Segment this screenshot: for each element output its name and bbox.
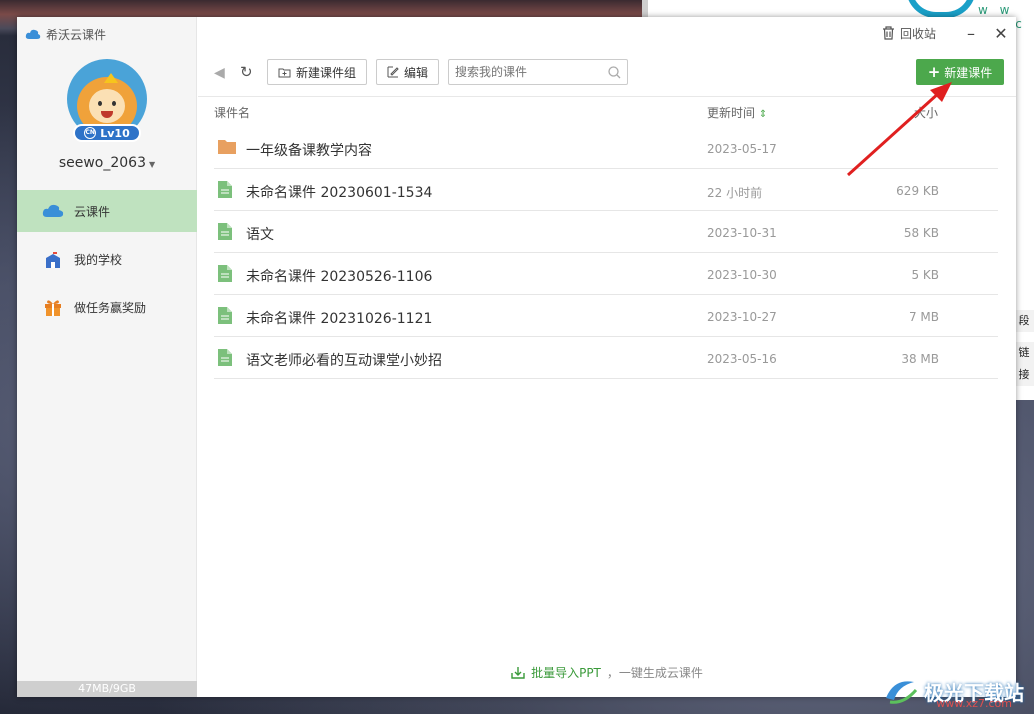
row-time: 2023-10-31 [707, 226, 777, 240]
app-title: 希沃云课件 [46, 27, 107, 42]
file-icon [218, 223, 232, 244]
import-ppt-suffix: ，一键生成云课件 [606, 666, 703, 680]
new-group-button[interactable]: 新建课件组 [267, 59, 368, 85]
watermark-url: www.xz7.com [936, 697, 1012, 710]
row-name: 未命名课件 20230601-1534 [246, 185, 433, 201]
new-courseware-button[interactable]: + 新建课件 [916, 59, 1004, 85]
sidebar-item-my-school[interactable]: 我的学校 [17, 238, 197, 280]
edit-label: 编辑 [404, 65, 429, 80]
new-group-label: 新建课件组 [296, 65, 357, 80]
search-input[interactable] [455, 65, 608, 79]
table-row[interactable]: 未命名课件 20230526-1106 2023-10-30 5 KB [214, 253, 998, 295]
recycle-bin-label: 回收站 [899, 26, 936, 41]
sidebar-nav: 云课件 我的学校 做任务赢奖励 [17, 190, 197, 334]
row-size: 629 KB [896, 184, 939, 198]
file-icon [218, 349, 232, 370]
school-icon [42, 250, 64, 268]
edit-button[interactable]: 编辑 [376, 59, 440, 85]
row-size: 5 KB [911, 268, 939, 282]
username-dropdown[interactable]: seewo_2063 ▼ [17, 155, 197, 171]
row-time: 2023-05-17 [707, 142, 777, 156]
file-icon [218, 181, 232, 202]
row-name: 未命名课件 20231026-1121 [246, 311, 433, 327]
chevron-down-icon: ▼ [149, 160, 156, 169]
row-size: 38 MB [901, 352, 939, 366]
table-row[interactable]: 一年级备课教学内容 2023-05-17 [214, 127, 998, 169]
cloud-logo-icon [25, 29, 41, 39]
column-header-size[interactable]: 大小 [914, 104, 938, 121]
watermark-logo: 极光下载站 www.xz7.com [884, 676, 1024, 710]
edit-icon [387, 66, 399, 78]
back-arrow-icon[interactable]: ◀ [214, 65, 225, 81]
row-time: 2023-05-16 [707, 352, 777, 366]
gift-icon [42, 298, 64, 316]
main-panel: 回收站 – ✕ ◀ ↻ 新建课件组 编辑 + 新建课件 [198, 17, 1016, 697]
title-bar-actions: 回收站 – ✕ [882, 17, 1016, 49]
column-header-name[interactable]: 课件名 [214, 104, 250, 121]
background-side-text-1: 段 [1014, 310, 1034, 332]
storage-usage: 47MB/9GB [17, 681, 197, 697]
background-logo [906, 0, 976, 18]
row-name: 未命名课件 20230526-1106 [246, 269, 433, 285]
folder-icon [218, 139, 236, 158]
app-window: 希沃云课件 CN Lv10 seewo_2063 ▼ 云课件 我的学校 做任务赢… [17, 17, 1016, 697]
row-time: 22 小时前 [707, 186, 763, 200]
row-size: 7 MB [908, 310, 939, 324]
sidebar: 希沃云课件 CN Lv10 seewo_2063 ▼ 云课件 我的学校 做任务赢… [17, 17, 197, 697]
table-header: 课件名 更新时间 ⇕ 大小 [214, 104, 998, 122]
sidebar-item-label: 做任务赢奖励 [74, 300, 147, 315]
column-header-time[interactable]: 更新时间 ⇕ [707, 104, 767, 121]
trash-icon [882, 26, 894, 40]
file-icon [218, 265, 232, 286]
refresh-icon[interactable]: ↻ [240, 63, 253, 81]
recycle-bin-button[interactable]: 回收站 [882, 25, 936, 42]
file-icon [218, 307, 232, 328]
import-ppt-link[interactable]: 批量导入PPT [531, 664, 601, 681]
row-name: 语文老师必看的互动课堂小妙招 [246, 353, 442, 369]
new-courseware-label: 新建课件 [944, 65, 993, 80]
table-row[interactable]: 语文老师必看的互动课堂小妙招 2023-05-16 38 MB [214, 337, 998, 379]
level-label: Lv10 [100, 126, 130, 140]
row-size: 58 KB [903, 226, 939, 240]
row-time: 2023-10-30 [707, 268, 777, 282]
close-button[interactable]: ✕ [986, 18, 1016, 48]
username-label: seewo_2063 [58, 155, 146, 171]
folder-add-icon [278, 68, 291, 77]
table-row[interactable]: 语文 2023-10-31 58 KB [214, 211, 998, 253]
search-icon[interactable] [608, 65, 621, 79]
sidebar-item-tasks-rewards[interactable]: 做任务赢奖励 [17, 286, 197, 328]
sidebar-item-label: 我的学校 [74, 252, 123, 267]
app-title-bar: 希沃云课件 [25, 25, 106, 43]
toolbar-divider [198, 96, 1016, 97]
courseware-list: 一年级备课教学内容 2023-05-17 未命名课件 20230601-1534… [214, 127, 998, 379]
level-badge: CN Lv10 [73, 124, 141, 142]
table-row[interactable]: 未命名课件 20230601-1534 22 小时前 629 KB [214, 169, 998, 211]
row-name: 语文 [246, 227, 274, 243]
watermark-swirl-icon [886, 681, 918, 704]
sort-icon: ⇕ [758, 109, 768, 120]
column-header-time-label: 更新时间 [707, 106, 756, 120]
row-time: 2023-10-27 [707, 310, 777, 324]
toolbar: ◀ ↻ 新建课件组 编辑 + 新建课件 [198, 59, 1016, 87]
level-icon: CN [84, 127, 97, 139]
table-row[interactable]: 未命名课件 20231026-1121 2023-10-27 7 MB [214, 295, 998, 337]
sidebar-item-cloud-courseware[interactable]: 云课件 [17, 190, 197, 232]
row-name: 一年级备课教学内容 [246, 143, 372, 159]
minimize-button[interactable]: – [956, 18, 986, 48]
sidebar-item-label: 云课件 [74, 204, 111, 219]
plus-icon: + [927, 63, 941, 81]
import-icon [511, 667, 525, 679]
background-side-text-2: 链接 [1014, 342, 1034, 386]
cloud-icon [42, 202, 64, 220]
search-box [448, 59, 628, 85]
